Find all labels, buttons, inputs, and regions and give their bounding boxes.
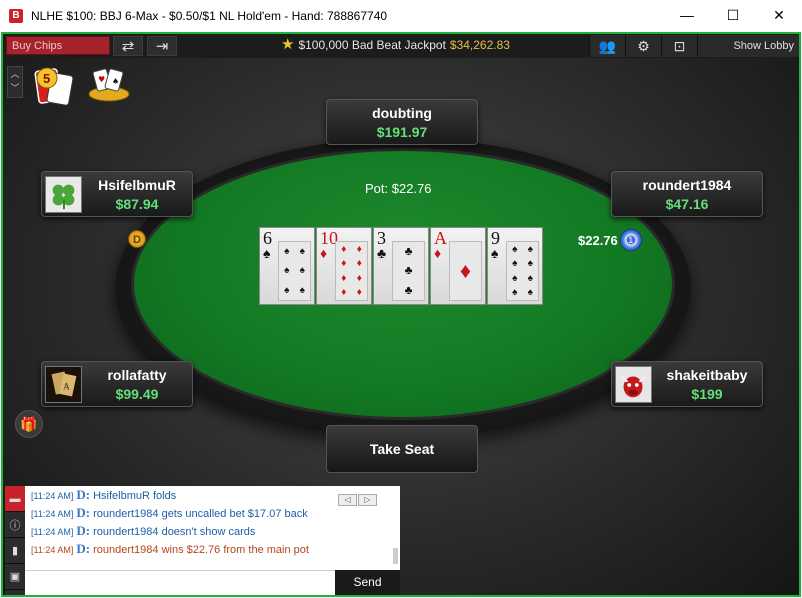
stats-bar-icon[interactable]: ▮ — [5, 538, 25, 564]
board-card-2: 10 ♦ ♦ ♦ ♦ ♦ ♦ ♦ ♦ ♦ — [316, 227, 372, 305]
chat-line: [11:24 AM] D: roundert1984 gets uncalled b… — [31, 505, 308, 520]
clover-avatar-icon — [45, 176, 82, 213]
player-stack: $199 — [691, 386, 723, 402]
board-card-5: 9 ♠ ♠ ♠ ♠ ♠ ♠ ♠ ♠ ♠ — [487, 227, 543, 305]
community-cards: 6 ♠ ♠ ♠ ♠ ♠ ♠ ♠ 10 ♦ ♦ ♦ ♦ ♦ ♦ ♦ ♦ ♦ 3 ♣ ♣ ♣ ♣ A ♦ ♦ 9… — [259, 227, 543, 305]
gift-icon[interactable]: 🎁 — [15, 410, 43, 438]
bull-avatar-icon — [615, 366, 652, 403]
board-card-3: 3 ♣ ♣ ♣ ♣ — [373, 227, 429, 305]
seat-right-top[interactable]: roundert1984 $47.16 — [611, 171, 763, 217]
chat-nav: ◁ ▷ — [338, 494, 377, 506]
pot-label: Pot: $22.76 — [365, 181, 432, 196]
jackpot-label: $100,000 Bad Beat Jackpot — [298, 38, 446, 52]
send-button[interactable]: Send — [335, 570, 400, 595]
board-card-1: 6 ♠ ♠ ♠ ♠ ♠ ♠ ♠ — [259, 227, 315, 305]
hand-history-icon[interactable]: ▣ — [5, 564, 25, 590]
chat-line: [11:24 AM] D: roundert1984 doesn't show ca… — [31, 523, 256, 538]
jackpot-value: $34,262.83 — [449, 38, 510, 52]
chat-prev-icon[interactable]: ◁ — [338, 494, 357, 506]
svg-text:5: 5 — [43, 71, 50, 86]
seat-left-bottom[interactable]: A rollafatty $99.49 — [41, 361, 193, 407]
svg-text:♥: ♥ — [98, 75, 105, 84]
player-name: HsifelbmuR — [98, 177, 176, 193]
svg-text:♠: ♠ — [112, 77, 119, 86]
player-stack: $87.94 — [115, 196, 159, 212]
chat-bubble-icon[interactable]: ▬ — [5, 486, 25, 512]
player-stack: $191.97 — [376, 124, 428, 140]
chat-scrollbar[interactable] — [393, 548, 398, 564]
close-button[interactable]: ✕ — [756, 0, 802, 30]
ace-cards-avatar-icon: A — [45, 366, 82, 403]
bet-amount: $22.76 — [578, 232, 618, 248]
chat-sidebar: ▬ ⓘ ▮ ▣ — [5, 486, 25, 595]
seat-left-top[interactable]: HsifelbmuR $87.94 — [41, 171, 193, 217]
table-view-icon[interactable]: ⊡ — [661, 35, 697, 57]
window-titlebar: B NLHE $100: BBJ 6-Max - $0.50/$1 NL Hol… — [0, 0, 802, 32]
seat-top[interactable]: doubting $191.97 — [326, 99, 478, 145]
bad-beat-5-logo-icon: 5 — [34, 67, 74, 106]
player-stack: $47.16 — [665, 196, 709, 212]
chat-input[interactable] — [25, 570, 335, 595]
info-icon[interactable]: ⓘ — [5, 512, 25, 538]
chevron-up-icon[interactable]: ︿ — [8, 67, 22, 81]
take-seat-button[interactable]: Take Seat — [326, 425, 478, 473]
maximize-button[interactable]: ☐ — [710, 0, 756, 30]
show-lobby-button[interactable]: Show Lobby — [697, 35, 799, 57]
player-name: rollafatty — [107, 367, 167, 383]
seat-right-bottom[interactable]: shakeitbaby $199 — [611, 361, 763, 407]
chip-stack-icon: 1 — [619, 229, 642, 251]
player-stack: $99.49 — [115, 386, 159, 402]
window-title: NLHE $100: BBJ 6-Max - $0.50/$1 NL Hold'… — [31, 9, 388, 23]
player-name: shakeitbaby — [666, 367, 748, 383]
chat-line: [11:24 AM] D: roundert1984 wins $22.76 fro… — [31, 541, 309, 556]
settings-gear-icon[interactable]: ⚙ — [625, 35, 661, 57]
chat-next-icon[interactable]: ▷ — [358, 494, 377, 506]
chevron-down-icon[interactable]: ﹀ — [8, 81, 22, 95]
minimize-button[interactable]: — — [664, 0, 710, 30]
cards-promo-logo-icon: ♥ ♠ — [88, 68, 130, 102]
table-scroll-stepper[interactable]: ︿ ﹀ — [7, 66, 23, 98]
rebuy-icon[interactable]: ⇄ — [113, 36, 143, 56]
players-icon[interactable]: 👥 — [589, 35, 625, 57]
board-card-4: A ♦ ♦ — [430, 227, 486, 305]
svg-text:A: A — [63, 383, 70, 393]
app-logo-icon: B — [9, 9, 23, 23]
player-name: roundert1984 — [642, 177, 732, 193]
buy-chips-button[interactable]: Buy Chips — [6, 36, 110, 55]
table-toolbar: Buy Chips ⇄ ⇥ ★ $100,000 Bad Beat Jackpo… — [3, 34, 799, 58]
player-name: doubting — [372, 105, 432, 121]
dealer-button-icon: D — [128, 230, 146, 248]
jackpot-banner: ★ $100,000 Bad Beat Jackpot $34,262.83 — [281, 36, 510, 53]
chat-log[interactable]: [11:24 AM] D: HsifelbmuR folds [11:24 AM] D… — [25, 486, 400, 570]
player-bet: $22.76 1 — [578, 229, 642, 251]
star-icon: ★ — [281, 36, 295, 53]
poker-client: Buy Chips ⇄ ⇥ ★ $100,000 Bad Beat Jackpo… — [1, 32, 801, 597]
leave-table-icon[interactable]: ⇥ — [147, 36, 177, 56]
